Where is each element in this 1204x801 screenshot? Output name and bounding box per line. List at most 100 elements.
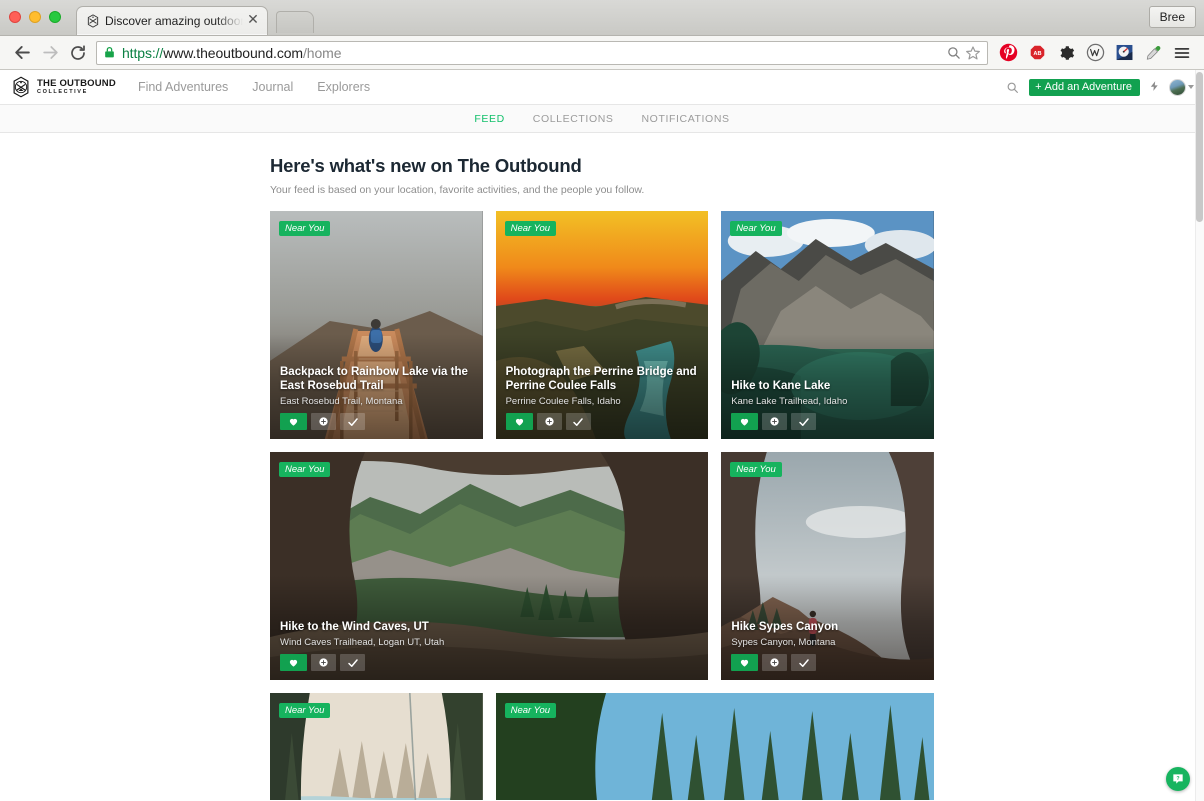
adventure-card[interactable]: Near You Hike to the Wind Caves, UT Wind… — [270, 452, 709, 680]
heart-icon[interactable] — [280, 413, 307, 430]
near-you-badge: Near You — [279, 221, 331, 236]
user-menu[interactable] — [1169, 78, 1194, 96]
back-arrow-icon[interactable] — [8, 39, 36, 67]
svg-text:AB: AB — [1033, 51, 1041, 57]
card-title: Hike to the Wind Caves, UT — [280, 621, 429, 634]
site-logo[interactable]: THE OUTBOUND COLLECTIVE — [10, 76, 116, 98]
minimize-window-button[interactable] — [29, 11, 41, 23]
near-you-badge: Near You — [730, 221, 782, 236]
nav-item-explorers[interactable]: Explorers — [317, 80, 370, 94]
adventure-card[interactable]: Near You Hike Sypes Canyon Sypes Canyon,… — [721, 452, 934, 680]
page-viewport: THE OUTBOUND COLLECTIVE Find Adventures … — [0, 70, 1204, 801]
bookmark-star-icon[interactable] — [963, 43, 983, 63]
adventure-card[interactable]: Near You — [270, 693, 483, 800]
browser-window: Discover amazing outdoor ✕ Bree https://… — [0, 0, 1204, 801]
card-actions — [731, 654, 924, 671]
chevron-down-icon — [1188, 85, 1194, 89]
eyedropper-icon[interactable] — [1139, 39, 1167, 67]
check-icon[interactable] — [340, 654, 365, 671]
adventure-card[interactable]: Near You — [495, 693, 934, 800]
nav-item-journal[interactable]: Journal — [252, 80, 293, 94]
card-image — [495, 693, 934, 800]
heart-icon[interactable] — [731, 413, 759, 430]
plus-circle-icon[interactable] — [311, 413, 336, 430]
plus-circle-icon[interactable] — [311, 654, 336, 671]
url-scheme: https:// — [122, 44, 164, 61]
address-bar[interactable]: https://www.theoutbound.com/home — [96, 40, 988, 65]
outbound-compass-icon — [85, 13, 101, 29]
card-title: Photograph the Perrine Bridge and Perrin… — [505, 365, 697, 393]
near-you-badge: Near You — [504, 703, 557, 718]
add-adventure-button[interactable]: + Add an Adventure — [1029, 78, 1140, 96]
zoom-search-icon[interactable] — [943, 43, 963, 63]
nav-item-find-adventures[interactable]: Find Adventures — [138, 80, 228, 94]
check-icon[interactable] — [791, 413, 817, 430]
logo-line-2: COLLECTIVE — [37, 88, 88, 95]
card-location: East Rosebud Trail, Montana — [280, 395, 403, 407]
speedtest-icon[interactable] — [1110, 39, 1138, 67]
lightning-bolt-icon[interactable] — [1149, 79, 1160, 95]
gear-icon[interactable] — [1052, 39, 1080, 67]
avatar — [1169, 78, 1186, 96]
adblock-icon[interactable]: AB — [1023, 39, 1051, 67]
outbound-compass-icon — [10, 76, 32, 98]
lock-icon — [103, 46, 117, 60]
heart-icon[interactable] — [505, 413, 533, 430]
maximize-window-button[interactable] — [49, 11, 61, 23]
svg-text:?: ? — [1176, 776, 1179, 782]
card-location: Sypes Canyon, Montana — [731, 636, 836, 648]
url-path: /home — [302, 44, 342, 61]
add-adventure-label: Add an Adventure — [1044, 81, 1132, 93]
site-header: THE OUTBOUND COLLECTIVE Find Adventures … — [0, 70, 1204, 105]
plus-circle-icon[interactable] — [762, 654, 788, 671]
adventure-card[interactable]: Near You Photograph the Perrine Bridge a… — [495, 211, 709, 439]
near-you-badge: Near You — [730, 462, 782, 477]
adventure-card[interactable]: Near You Backpack to Rainbow Lake via th… — [270, 211, 483, 439]
heart-icon[interactable] — [731, 654, 759, 671]
card-title: Hike Sypes Canyon — [731, 621, 839, 634]
tab-notifications[interactable]: NOTIFICATIONS — [642, 113, 730, 125]
feed-content: Here's what's new on The Outbound Your f… — [0, 133, 1204, 800]
heart-icon[interactable] — [280, 654, 307, 671]
close-icon[interactable]: ✕ — [245, 13, 261, 29]
plus-circle-icon[interactable] — [762, 413, 788, 430]
page-title: Here's what's new on The Outbound — [270, 155, 582, 176]
site-nav: Find Adventures Journal Explorers — [138, 80, 370, 94]
w-circle-icon[interactable] — [1081, 39, 1109, 67]
check-icon[interactable] — [791, 654, 817, 671]
plus-icon: + — [1035, 81, 1042, 93]
profile-button[interactable]: Bree — [1148, 6, 1196, 28]
site-header-actions: + Add an Adventure — [1004, 78, 1194, 96]
pinterest-icon[interactable] — [994, 39, 1022, 67]
hamburger-menu-icon[interactable] — [1168, 39, 1196, 67]
card-location: Kane Lake Trailhead, Idaho — [731, 395, 848, 407]
browser-tab[interactable]: Discover amazing outdoor ✕ — [76, 6, 268, 35]
card-body: Backpack to Rainbow Lake via the East Ro… — [280, 365, 473, 430]
page-subtitle: Your feed is based on your location, fav… — [270, 184, 645, 196]
scrollbar-thumb[interactable] — [1196, 72, 1203, 222]
chat-bubble-help-icon[interactable]: ? — [1166, 767, 1190, 791]
feed-container: Here's what's new on The Outbound Your f… — [270, 155, 934, 800]
card-body: Photograph the Perrine Bridge and Perrin… — [505, 365, 699, 430]
tab-feed[interactable]: FEED — [474, 113, 504, 125]
card-body: Hike Sypes Canyon Sypes Canyon, Montana — [731, 620, 924, 671]
tab-collections[interactable]: COLLECTIONS — [533, 113, 614, 125]
near-you-badge: Near You — [279, 703, 331, 718]
check-icon[interactable] — [565, 413, 591, 430]
browser-tab-bar: Discover amazing outdoor ✕ Bree — [0, 0, 1204, 36]
new-tab-button[interactable] — [276, 11, 314, 33]
browser-toolbar: https://www.theoutbound.com/home AB — [0, 36, 1204, 70]
feed-tabs-bar: FEED COLLECTIONS NOTIFICATIONS — [0, 105, 1204, 133]
check-icon[interactable] — [340, 413, 365, 430]
search-icon[interactable] — [1004, 79, 1020, 95]
adventure-card[interactable]: Near You Hike to Kane Lake Kane Lake Tra… — [721, 211, 934, 439]
page-scrollbar[interactable] — [1195, 70, 1204, 801]
adventure-grid: Near You Backpack to Rainbow Lake via th… — [270, 211, 934, 800]
window-traffic-lights — [9, 11, 61, 23]
plus-circle-icon[interactable] — [536, 413, 562, 430]
reload-icon[interactable] — [64, 39, 92, 67]
card-body: Hike to Kane Lake Kane Lake Trailhead, I… — [731, 379, 924, 430]
forward-arrow-icon[interactable] — [36, 39, 64, 67]
browser-tab-title: Discover amazing outdoor — [105, 14, 243, 28]
close-window-button[interactable] — [9, 11, 21, 23]
